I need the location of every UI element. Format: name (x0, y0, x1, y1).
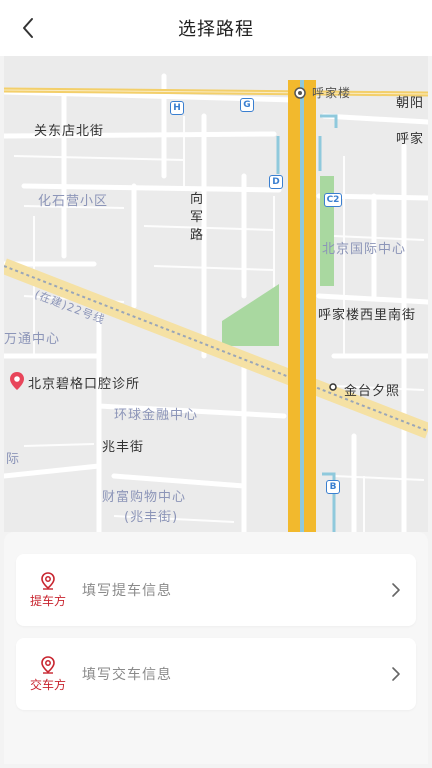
map-label-intl-center: 北京国际中心 (322, 242, 407, 257)
map-label-huashiying: 化石营小区 (38, 194, 109, 209)
pickup-icon-group: 提车方 (16, 571, 80, 609)
chevron-right-icon (392, 667, 400, 681)
back-button[interactable] (14, 14, 42, 42)
page-title: 选择路程 (178, 19, 254, 40)
app-header: 选择路程 (0, 0, 432, 56)
map-label-huajia-right: 呼家 (396, 132, 425, 147)
dropoff-info-placeholder: 填写交车信息 (82, 667, 172, 683)
location-pin-icon (41, 655, 55, 674)
route-panel: 提车方 填写提车信息 交车方 填写交车信息 (4, 532, 428, 764)
map-label-zhaofeng: 兆丰街 (102, 440, 145, 455)
map-label-huanqiu: 环球金融中心 (114, 408, 199, 423)
pickup-role-label: 提车方 (29, 593, 66, 608)
route-map[interactable]: H G D C2 B 呼家楼 朝阳 呼家 关东店北街 化石营小区 向 军 路 北… (4, 56, 428, 532)
map-label-caifu: 财富购物中心 (102, 490, 187, 505)
chevron-right-icon (392, 583, 400, 597)
map-label-chaoyang: 朝阳 (396, 96, 425, 111)
map-pin-icon[interactable] (10, 372, 24, 390)
road-tag-h: H (170, 101, 184, 115)
map-label-huajialou-xili: 呼家楼西里南街 (318, 308, 417, 323)
dropoff-card[interactable]: 交车方 填写交车信息 (16, 638, 416, 710)
map-label-guandongdian: 关东店北街 (34, 124, 105, 139)
map-label-huajialou: 呼家楼 (312, 86, 352, 100)
chevron-left-icon (23, 18, 33, 38)
map-label-wantong: 万通中心 (4, 332, 61, 347)
map-label-caifu-sub: (兆丰街) (124, 510, 179, 525)
pickup-info-placeholder: 填写提车信息 (82, 583, 172, 599)
map-label-ji: 际 (6, 452, 21, 467)
road-tag-d: D (269, 175, 283, 189)
map-label-jun: 军 (190, 210, 205, 225)
map-label-lu: 路 (190, 228, 205, 243)
map-label-jintai: 金台夕照 (344, 384, 401, 399)
road-tag-g: G (240, 98, 254, 112)
map-label-bikege[interactable]: 北京碧格口腔诊所 (28, 373, 140, 392)
map-label-xiang: 向 (190, 192, 205, 207)
dropoff-role-label: 交车方 (29, 677, 66, 692)
dropoff-chevron (376, 666, 416, 682)
dropoff-icon-group: 交车方 (16, 655, 80, 693)
pickup-chevron (376, 582, 416, 598)
road-tag-c2: C2 (324, 193, 342, 207)
location-pin-icon (41, 571, 55, 590)
pickup-card[interactable]: 提车方 填写提车信息 (16, 554, 416, 626)
road-tag-b: B (326, 480, 340, 494)
